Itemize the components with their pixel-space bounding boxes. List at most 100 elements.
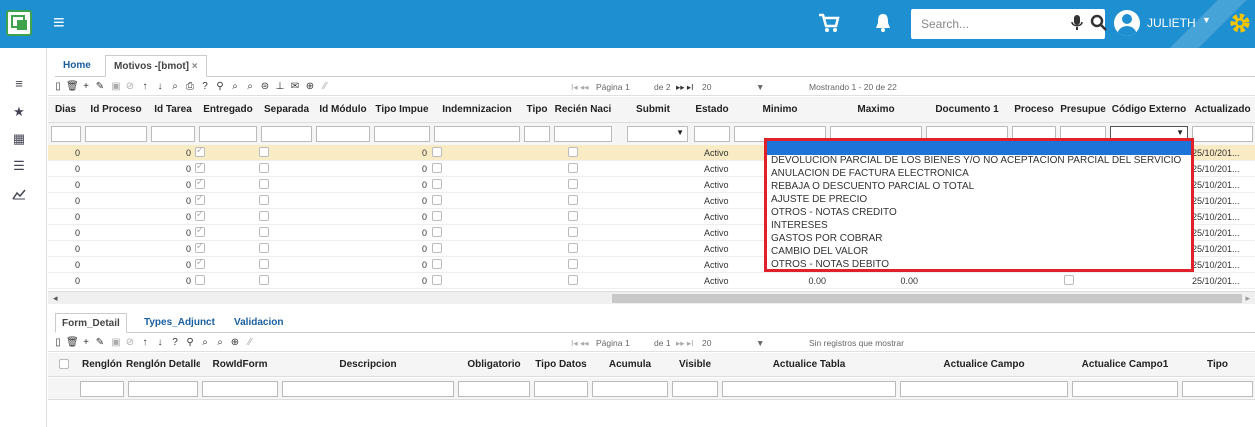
indemnizacion-checkbox[interactable] (432, 147, 442, 157)
col-indemnizacion[interactable]: Indemnizacion (432, 97, 522, 123)
col-dias[interactable]: Dias (48, 97, 83, 123)
dropdown-option[interactable]: AJUSTE DE PRECIO (771, 194, 867, 205)
pager-first-icon[interactable]: I◂ ◂◂ (571, 82, 589, 93)
detail-download-icon[interactable]: ↓ (154, 337, 166, 348)
col-estado[interactable]: Estado (692, 97, 732, 123)
search-minus-icon[interactable]: ⌕ (244, 81, 256, 92)
user-name[interactable]: JULIETH (1147, 16, 1196, 30)
detail-search-minus-icon[interactable]: ⌕ (214, 337, 226, 348)
star-icon[interactable]: ★ (12, 104, 26, 120)
indemnizacion-checkbox[interactable] (432, 211, 442, 221)
col-tipo-detail[interactable]: Tipo (1180, 353, 1255, 377)
tab-validacion[interactable]: Validacion (228, 313, 289, 333)
indemnizacion-checkbox[interactable] (432, 195, 442, 205)
recien-naci-checkbox[interactable] (568, 211, 578, 221)
col-recien-naci[interactable]: Recién Naci (552, 97, 614, 123)
indemnizacion-checkbox[interactable] (432, 275, 442, 285)
col-maximo[interactable]: Maximo (828, 97, 924, 123)
tab-close-icon[interactable]: × (192, 61, 198, 72)
separada-checkbox[interactable] (259, 227, 269, 237)
detail-cancel-icon[interactable]: ⊘ (124, 337, 136, 348)
col-actualice-campo1[interactable]: Actualice Campo1 (1070, 353, 1180, 377)
chart-icon[interactable] (12, 188, 26, 200)
detail-search-plus-icon[interactable]: ⌕ (199, 337, 211, 348)
filter-submit-caret-icon[interactable]: ▼ (676, 128, 684, 137)
tab-form-detail[interactable]: Form_Detail (55, 313, 127, 333)
detail-filter-actualice-tabla[interactable] (722, 381, 896, 397)
app-logo[interactable] (6, 10, 32, 36)
col-actualizado[interactable]: Actualizado (1190, 97, 1255, 123)
col-proceso[interactable]: Proceso (1010, 97, 1058, 123)
detail-filter-tipo-datos[interactable] (534, 381, 588, 397)
pin-icon[interactable]: ⊥ (274, 81, 286, 92)
separada-checkbox[interactable] (259, 147, 269, 157)
indemnizacion-checkbox[interactable] (432, 259, 442, 269)
col-tipo-impue[interactable]: Tipo Impue (372, 97, 432, 123)
recien-naci-checkbox[interactable] (568, 243, 578, 253)
filter-tipo-impue[interactable] (374, 126, 430, 142)
scroll-thumb[interactable] (612, 294, 1242, 303)
page-size[interactable]: 20 (702, 82, 711, 92)
detail-pager-first-icon[interactable]: I◂ ◂◂ (571, 338, 589, 349)
filter-id-modulo[interactable] (316, 126, 370, 142)
detail-filter-renglon[interactable] (80, 381, 124, 397)
print-icon[interactable]: ⎙ (184, 81, 196, 92)
user-menu-caret-icon[interactable]: ▼ (1202, 15, 1211, 25)
filter-recien-naci[interactable] (554, 126, 612, 142)
col-codigo-externo[interactable]: Código Externo (1108, 97, 1190, 123)
filter-tipo[interactable] (524, 126, 550, 142)
edit-icon[interactable]: ✎ (94, 81, 106, 92)
dropdown-option[interactable]: INTERESES (771, 220, 828, 231)
entregado-checkbox[interactable] (195, 193, 205, 205)
col-actualice-campo[interactable]: Actualice Campo (898, 353, 1070, 377)
separada-checkbox[interactable] (259, 259, 269, 269)
indemnizacion-checkbox[interactable] (432, 227, 442, 237)
find-icon[interactable]: ⌕ (169, 81, 181, 92)
new-record-icon[interactable]: ▯ (52, 81, 64, 92)
detail-edit-icon[interactable]: ✎ (94, 337, 106, 348)
col-id-tarea[interactable]: Id Tarea (149, 97, 197, 123)
recien-naci-checkbox[interactable] (568, 195, 578, 205)
filter-entregado[interactable] (199, 126, 257, 142)
separada-checkbox[interactable] (259, 211, 269, 221)
recien-naci-checkbox[interactable] (568, 275, 578, 285)
hamburger-menu-icon[interactable]: ≡ (53, 10, 65, 36)
upload-icon[interactable]: ↑ (139, 81, 151, 92)
detail-filter-renglon-detalle[interactable] (128, 381, 198, 397)
tab-types-adjunct[interactable]: Types_Adjunct (138, 313, 221, 333)
dropdown-empty-option[interactable] (767, 141, 1191, 155)
detail-help-icon[interactable]: ? (169, 337, 181, 348)
cart-icon[interactable] (818, 12, 840, 34)
entregado-checkbox[interactable] (195, 225, 205, 237)
dropdown-option[interactable]: OTROS - NOTAS CREDITO (771, 207, 897, 218)
filter-separada[interactable] (261, 126, 312, 142)
col-visible[interactable]: Visible (670, 353, 720, 377)
separada-checkbox[interactable] (259, 195, 269, 205)
separada-checkbox[interactable] (259, 243, 269, 253)
entregado-checkbox[interactable] (195, 177, 205, 189)
page-input[interactable]: 1 (625, 82, 630, 92)
detail-add-icon[interactable]: + (80, 337, 92, 348)
scroll-left-icon[interactable]: ◂ (53, 293, 58, 304)
save-icon[interactable]: ▣ (110, 81, 122, 92)
detail-new-icon[interactable]: ▯ (52, 337, 64, 348)
tab-motivos[interactable]: Motivos -[bmot] × (105, 55, 207, 77)
indemnizacion-checkbox[interactable] (432, 163, 442, 173)
col-rowidform[interactable]: RowIdForm (200, 353, 280, 377)
col-tipo[interactable]: Tipo (522, 97, 552, 123)
recien-naci-checkbox[interactable] (568, 227, 578, 237)
dropdown-option[interactable]: OTROS - NOTAS DEBITO (771, 259, 889, 270)
filter-id-proceso[interactable] (85, 126, 147, 142)
col-renglon-detalle[interactable]: Renglón Detalle (126, 353, 200, 377)
col-descripcion[interactable]: Descripcion (280, 353, 456, 377)
help-icon[interactable]: ? (199, 81, 211, 92)
table-row[interactable]: 0 0 0 Activo 0.00 0.00 25/10/201... (48, 273, 1255, 289)
user-avatar-icon[interactable] (1114, 10, 1140, 36)
search-icon[interactable] (1090, 14, 1108, 32)
detail-page-size-caret-icon[interactable]: ▼ (756, 338, 764, 348)
col-submit[interactable]: Submit (614, 97, 692, 123)
detail-filter-icon[interactable]: ⚲ (184, 337, 196, 348)
cancel-icon[interactable]: ⊘ (124, 81, 136, 92)
add-icon[interactable]: + (80, 81, 92, 92)
filter-submit[interactable]: ▼ (627, 126, 688, 142)
